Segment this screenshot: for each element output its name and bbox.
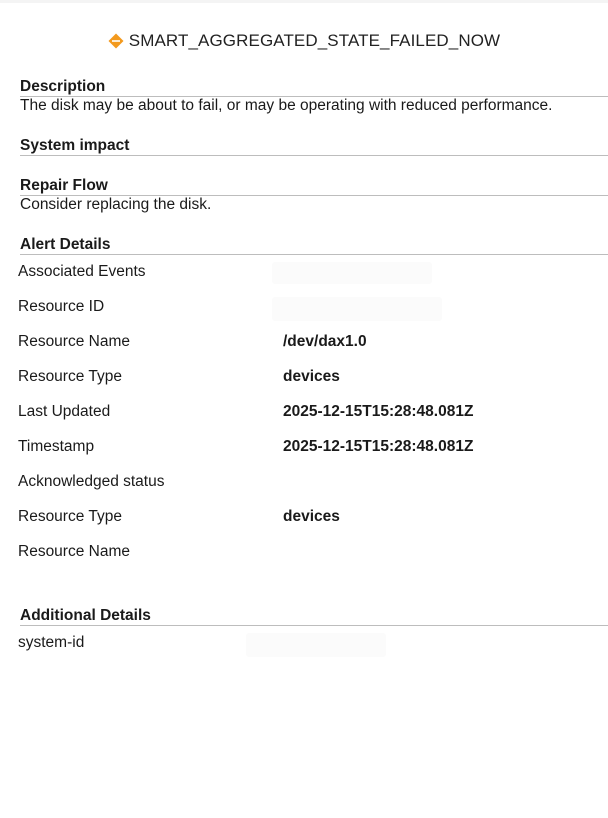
detail-value-resource-type-2: devices xyxy=(283,508,340,525)
detail-label-resource-name: Resource Name xyxy=(18,333,130,350)
detail-label-last-updated: Last Updated xyxy=(18,403,111,420)
detail-label-resource-type-2: Resource Type xyxy=(18,508,122,525)
description-heading: Description xyxy=(20,78,608,97)
alert-title: SMART_AGGREGATED_STATE_FAILED_NOW xyxy=(128,31,501,50)
detail-label-timestamp: Timestamp xyxy=(18,438,95,455)
detail-label-resource-id: Resource ID xyxy=(18,298,105,315)
detail-label-resource-type: Resource Type xyxy=(18,368,122,385)
system-impact-heading: System impact xyxy=(20,137,608,156)
detail-value-resource-name: /dev/dax1.0 xyxy=(283,333,367,350)
detail-label-resource-name-2: Resource Name xyxy=(18,543,130,560)
detail-value-resource-type: devices xyxy=(283,368,340,385)
detail-value-last-updated: 2025-12-15T15:28:48.081Z xyxy=(283,403,474,420)
repair-flow-heading: Repair Flow xyxy=(20,177,608,196)
redacted-value xyxy=(272,262,432,284)
top-strip xyxy=(0,0,608,3)
alert-title-row: SMART_AGGREGATED_STATE_FAILED_NOW xyxy=(0,31,608,51)
detail-label-system-id: system-id xyxy=(18,634,85,651)
detail-label-acknowledged-status: Acknowledged status xyxy=(18,473,165,490)
detail-value-timestamp: 2025-12-15T15:28:48.081Z xyxy=(283,438,474,455)
additional-details-heading: Additional Details xyxy=(20,607,608,626)
description-text: The disk may be about to fail, or may be… xyxy=(20,97,553,114)
alert-details-heading: Alert Details xyxy=(20,236,608,255)
redacted-value xyxy=(246,633,386,657)
redacted-value xyxy=(272,297,442,321)
repair-flow-text: Consider replacing the disk. xyxy=(20,196,212,213)
detail-label-associated-events: Associated Events xyxy=(18,263,146,280)
warning-diamond-icon xyxy=(108,33,124,49)
